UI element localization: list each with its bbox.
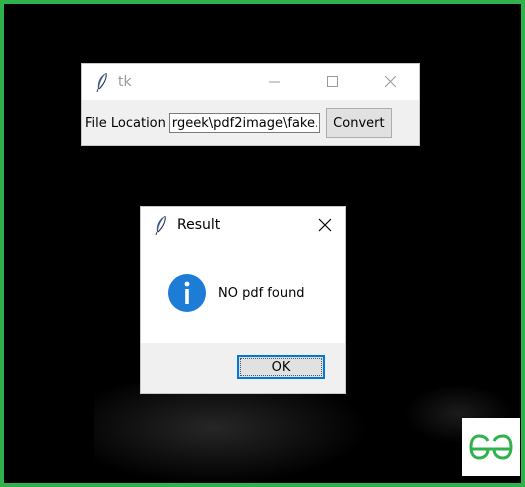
convert-button[interactable]: Convert [325, 108, 392, 138]
geeksforgeeks-logo [462, 418, 520, 476]
tk-titlebar[interactable]: tk [82, 64, 419, 100]
feather-icon [96, 72, 107, 92]
dialog-close-button[interactable] [307, 207, 343, 243]
dialog-message: NO pdf found [218, 285, 305, 301]
tk-body: File Location Convert [82, 100, 419, 146]
dialog-title: Result [177, 217, 221, 233]
maximize-icon [327, 76, 338, 87]
minimize-button[interactable] [252, 64, 298, 100]
close-icon [318, 218, 332, 232]
dialog-content: NO pdf found [141, 243, 345, 343]
file-location-input[interactable] [168, 113, 320, 133]
ok-button[interactable]: OK [237, 355, 325, 379]
minimize-icon [269, 81, 280, 83]
info-icon [168, 274, 206, 312]
tk-main-window: tk File Location Convert [81, 63, 420, 146]
result-dialog: Result NO pdf found OK [140, 206, 346, 394]
feather-icon [155, 215, 166, 235]
close-button[interactable] [368, 64, 414, 100]
gfg-logo-icon [469, 434, 513, 460]
dialog-footer: OK [141, 343, 345, 393]
dialog-titlebar[interactable]: Result [141, 207, 345, 243]
maximize-button[interactable] [310, 64, 356, 100]
window-title: tk [118, 74, 132, 90]
close-icon [385, 76, 397, 88]
file-location-label: File Location [85, 115, 166, 131]
background-decoration [94, 384, 394, 483]
